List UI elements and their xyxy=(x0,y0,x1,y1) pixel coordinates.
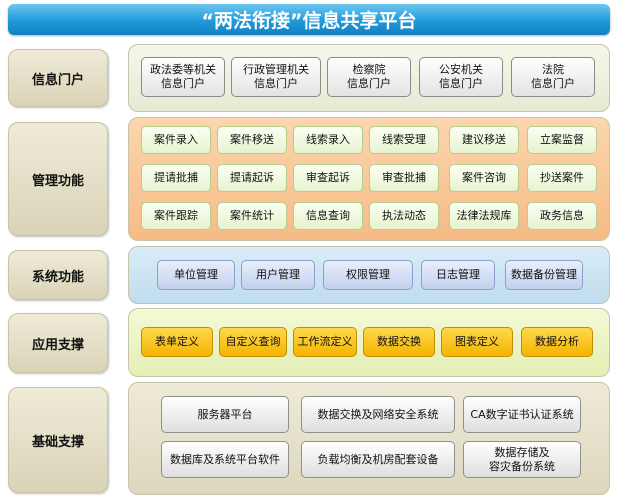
infra-storage-backup[interactable]: 数据存储及 容灾备份系统 xyxy=(463,441,581,478)
support-workflow-definition[interactable]: 工作流定义 xyxy=(293,327,357,357)
mgmt-clue-acceptance[interactable]: 线索受理 xyxy=(369,126,439,154)
infra-server-platform[interactable]: 服务器平台 xyxy=(161,396,289,433)
management-panel: 案件录入 案件移送 线索录入 线索受理 建议移送 立案监督 提请批捕 提请起诉 … xyxy=(128,117,610,241)
mgmt-enforcement-news[interactable]: 执法动态 xyxy=(369,202,439,230)
infra-database-platform[interactable]: 数据库及系统平台软件 xyxy=(161,441,289,478)
mgmt-case-transfer[interactable]: 案件移送 xyxy=(217,126,287,154)
row-label-management: 管理功能 xyxy=(8,122,108,236)
infra-data-exchange-security[interactable]: 数据交换及网络安全系统 xyxy=(301,396,455,433)
mgmt-case-consult[interactable]: 案件咨询 xyxy=(449,164,519,192)
mgmt-suggest-transfer[interactable]: 建议移送 xyxy=(449,126,519,154)
portal-political-committee[interactable]: 政法委等机关 信息门户 xyxy=(141,57,225,97)
portal-court[interactable]: 法院 信息门户 xyxy=(511,57,595,97)
support-chart-definition[interactable]: 图表定义 xyxy=(441,327,513,357)
app-support-panel: 表单定义 自定义查询 工作流定义 数据交换 图表定义 数据分析 xyxy=(128,308,610,377)
portal-procuratorate[interactable]: 检察院 信息门户 xyxy=(327,57,411,97)
mgmt-case-entry[interactable]: 案件录入 xyxy=(141,126,211,154)
support-custom-query[interactable]: 自定义查询 xyxy=(219,327,287,357)
mgmt-request-prosecution[interactable]: 提请起诉 xyxy=(217,164,287,192)
mgmt-government-info[interactable]: 政务信息 xyxy=(527,202,597,230)
portal-panel: 政法委等机关 信息门户 行政管理机关 信息门户 检察院 信息门户 公安机关 信息… xyxy=(128,44,610,112)
sys-data-backup[interactable]: 数据备份管理 xyxy=(505,260,583,290)
sys-user-management[interactable]: 用户管理 xyxy=(241,260,315,290)
mgmt-cc-case[interactable]: 抄送案件 xyxy=(527,164,597,192)
row-label-portal: 信息门户 xyxy=(8,49,108,107)
row-label-infrastructure: 基础支撑 xyxy=(8,387,108,493)
row-label-system: 系统功能 xyxy=(8,250,108,300)
support-data-exchange[interactable]: 数据交换 xyxy=(363,327,435,357)
mgmt-review-prosecution[interactable]: 审查起诉 xyxy=(293,164,363,192)
page-title: “两法衔接”信息共享平台 xyxy=(8,4,610,35)
system-panel: 单位管理 用户管理 权限管理 日志管理 数据备份管理 xyxy=(128,246,610,304)
infra-load-balancing[interactable]: 负载均衡及机房配套设备 xyxy=(301,441,455,478)
row-label-app-support: 应用支撑 xyxy=(8,313,108,373)
mgmt-law-library[interactable]: 法律法规库 xyxy=(449,202,519,230)
sys-log-management[interactable]: 日志管理 xyxy=(421,260,495,290)
mgmt-filing-supervision[interactable]: 立案监督 xyxy=(527,126,597,154)
support-data-analysis[interactable]: 数据分析 xyxy=(521,327,593,357)
support-form-definition[interactable]: 表单定义 xyxy=(141,327,213,357)
infrastructure-panel: 服务器平台 数据交换及网络安全系统 CA数字证书认证系统 数据库及系统平台软件 … xyxy=(128,382,610,495)
portal-administrative[interactable]: 行政管理机关 信息门户 xyxy=(231,57,321,97)
mgmt-case-statistics[interactable]: 案件统计 xyxy=(217,202,287,230)
mgmt-review-arrest[interactable]: 审查批捕 xyxy=(369,164,439,192)
sys-unit-management[interactable]: 单位管理 xyxy=(157,260,235,290)
sys-permission-management[interactable]: 权限管理 xyxy=(323,260,413,290)
portal-public-security[interactable]: 公安机关 信息门户 xyxy=(419,57,503,97)
mgmt-clue-entry[interactable]: 线索录入 xyxy=(293,126,363,154)
infra-ca-certificate[interactable]: CA数字证书认证系统 xyxy=(463,396,581,433)
mgmt-info-query[interactable]: 信息查询 xyxy=(293,202,363,230)
mgmt-request-arrest[interactable]: 提请批捕 xyxy=(141,164,211,192)
mgmt-case-tracking[interactable]: 案件跟踪 xyxy=(141,202,211,230)
